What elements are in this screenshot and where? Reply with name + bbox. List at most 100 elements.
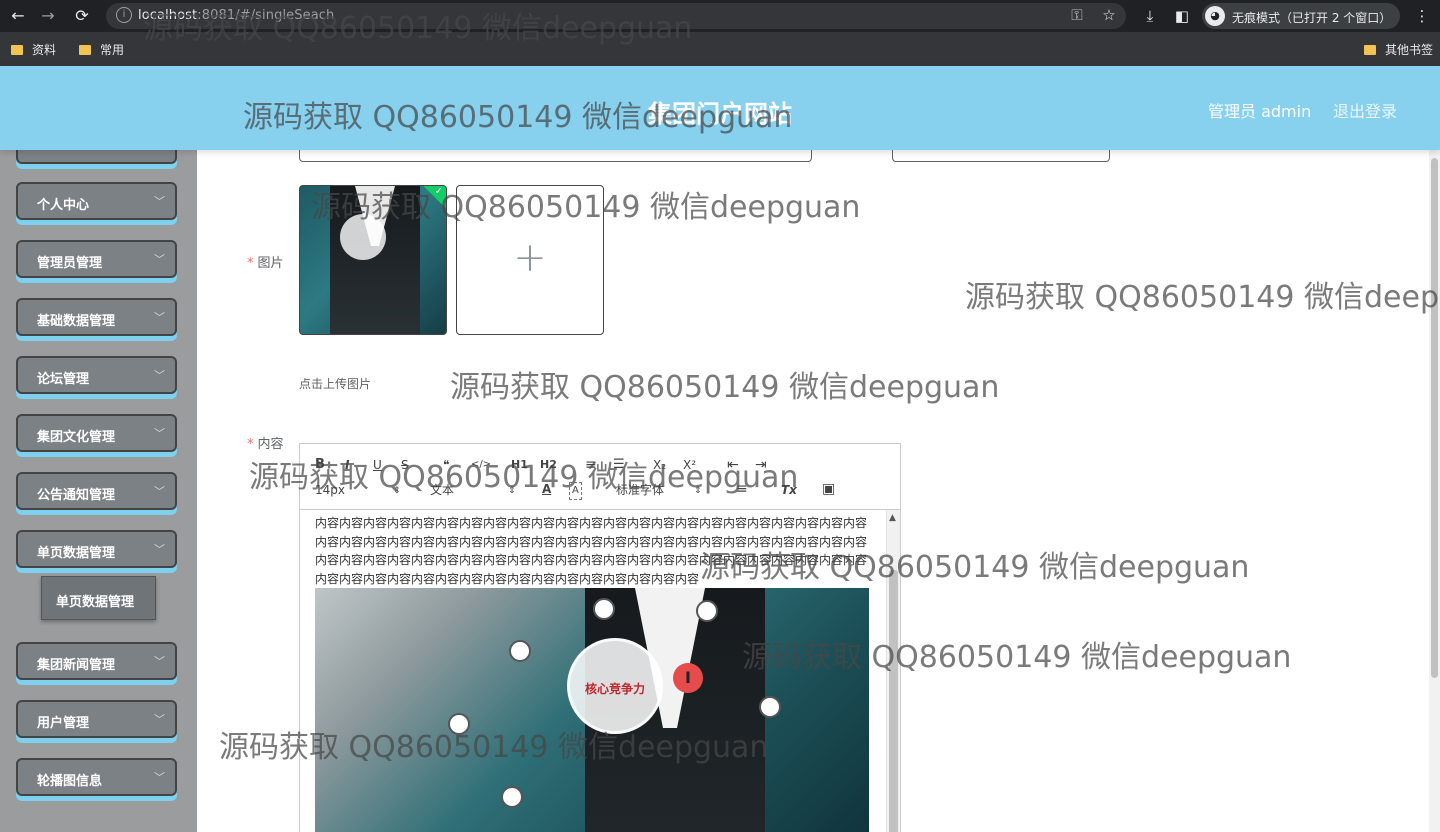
sidebar-item-notices[interactable]: 公告通知管理 ﹀ <box>16 472 177 510</box>
reload-icon[interactable]: ⟳ <box>72 6 92 26</box>
upload-hint: 点击上传图片 <box>299 377 372 391</box>
font-color-button[interactable]: A <box>542 481 551 497</box>
side-panel-icon[interactable]: ◧ <box>1171 5 1193 27</box>
sidebar-item-users[interactable]: 用户管理 ﹀ <box>16 700 177 738</box>
code-block-button[interactable]: </> <box>471 457 491 473</box>
strike-button[interactable]: S <box>401 457 409 473</box>
bookmark-folder-other[interactable]: 其他书签 <box>1364 41 1433 58</box>
text-input-partial[interactable] <box>299 150 812 162</box>
folder-icon <box>1364 45 1376 55</box>
url-host: localhost <box>138 8 198 23</box>
editor-embedded-image[interactable]: 核心竞争力 I <box>315 588 869 832</box>
bookmark-folder-common[interactable]: 常用 <box>79 41 124 58</box>
bullet-list-button[interactable]: ☰ <box>613 457 625 473</box>
image-caption: 核心竞争力 <box>584 682 645 696</box>
uploaded-image-thumbnail[interactable]: ✓ <box>299 185 447 335</box>
sidebar-item-label: 公告通知管理 <box>37 488 116 503</box>
incognito-label: 无痕模式（已打开 2 个窗口） <box>1232 11 1392 25</box>
logout-link[interactable]: 退出登录 <box>1333 98 1397 122</box>
heading1-button[interactable]: H1 <box>511 457 528 473</box>
bookmark-label: 常用 <box>100 43 125 57</box>
plus-icon: + <box>513 235 547 281</box>
text-input-partial[interactable] <box>892 150 1110 162</box>
address-bar[interactable]: i localhost:8081/#/singleSeach ⚿ ☆ <box>106 3 1126 29</box>
back-icon[interactable]: ← <box>8 6 28 26</box>
forward-icon[interactable]: → <box>38 6 58 26</box>
password-key-icon[interactable]: ⚿ <box>1066 4 1088 26</box>
bookmarks-bar: 资料 常用 其他书签 <box>0 32 1440 66</box>
select-arrow-icon: ⇕ <box>508 486 516 496</box>
select-arrow-icon: ⇕ <box>694 486 702 496</box>
blockquote-button[interactable]: ❝ <box>443 457 449 473</box>
bookmark-star-icon[interactable]: ☆ <box>1098 4 1120 26</box>
page-scroll-thumb[interactable] <box>1431 158 1438 678</box>
heading-select[interactable]: 文本 ⇕ <box>430 482 520 498</box>
editor-content-area[interactable]: 内容内容内容内容内容内容内容内容内容内容内容内容内容内容内容内容内容内容内容内容… <box>300 510 886 832</box>
font-family-select[interactable]: 标准字体 ⇕ <box>616 482 711 498</box>
chevron-down-icon: ﹀ <box>154 195 165 208</box>
page-scrollbar[interactable] <box>1429 150 1440 832</box>
sidebar-item-culture[interactable]: 集团文化管理 ﹀ <box>16 414 177 452</box>
superscript-button[interactable]: X² <box>683 457 696 473</box>
url-text[interactable]: localhost:8081/#/singleSeach <box>138 8 334 23</box>
app-header: 集团门户网站 管理员 admin 退出登录 <box>0 66 1440 150</box>
incognito-icon: ◕ <box>1205 6 1225 26</box>
sidebar-item-label: 集团文化管理 <box>37 430 116 445</box>
required-mark: * <box>247 437 254 452</box>
sidebar-item-forum[interactable]: 论坛管理 ﹀ <box>16 356 177 394</box>
chevron-down-icon: ﹀ <box>154 543 165 556</box>
image-upload-button[interactable]: + <box>456 185 604 335</box>
indent-button[interactable]: ⇥ <box>755 457 767 473</box>
incognito-indicator[interactable]: ◕ 无痕模式（已打开 2 个窗口） <box>1202 3 1400 29</box>
sidebar-item-label: 基础数据管理 <box>37 314 116 329</box>
sidebar-item-label: 用户管理 <box>37 716 90 731</box>
bookmark-label: 其他书签 <box>1385 43 1434 57</box>
network-node <box>501 786 523 808</box>
rich-text-editor[interactable]: B I U S ❝ </> H1 H2 ≡ ☰ X₂ X² ⇤ ⇥ 14px ⇕ … <box>299 443 901 832</box>
ordered-list-button[interactable]: ≡ <box>585 457 597 473</box>
insert-image-button[interactable]: ▣ <box>822 481 835 497</box>
form-panel: * 图片 ✓ + 点击上传图片 * 内容 B I U S ❝ </> H1 H2 ≡… <box>197 150 1440 832</box>
thumbnail-circle <box>340 214 386 260</box>
sidebar-item-single-page[interactable]: 单页数据管理 ﹀ <box>16 530 177 568</box>
align-button[interactable]: ≡ <box>736 481 748 497</box>
chevron-down-icon: ﹀ <box>154 485 165 498</box>
bold-button[interactable]: B <box>315 457 325 473</box>
folder-icon <box>79 45 91 55</box>
sidebar-item-base-data[interactable]: 基础数据管理 ﹀ <box>16 298 177 336</box>
sidebar-item-news[interactable]: 集团新闻管理 ﹀ <box>16 642 177 680</box>
url-path: :8081/#/singleSeach <box>197 8 335 23</box>
sidebar-item-admins[interactable]: 管理员管理 ﹀ <box>16 240 177 278</box>
italic-button[interactable]: I <box>345 457 349 473</box>
editor-content-text: 内容内容内容内容内容内容内容内容内容内容内容内容内容内容内容内容内容内容内容内容… <box>315 516 868 586</box>
font-size-select[interactable]: 14px ⇕ <box>315 482 405 498</box>
editor-scrollbar[interactable]: ▲ <box>886 510 900 832</box>
clear-format-button[interactable]: Tx <box>781 482 797 498</box>
outdent-button[interactable]: ⇤ <box>727 457 739 473</box>
background-color-button[interactable]: A <box>569 482 582 500</box>
underline-button[interactable]: U <box>373 457 382 473</box>
folder-icon <box>11 45 23 55</box>
image-field-label: * 图片 <box>247 252 284 271</box>
label-text: 内容 <box>257 437 284 452</box>
network-node <box>509 640 531 662</box>
sidebar-item-carousel[interactable]: 轮播图信息 ﹀ <box>16 758 177 796</box>
heading2-button[interactable]: H2 <box>540 457 557 473</box>
bookmark-folder-resources[interactable]: 资料 <box>11 41 56 58</box>
label-text: 图片 <box>257 256 284 271</box>
select-value: 文本 <box>430 483 455 497</box>
network-node <box>448 713 470 735</box>
current-user: 管理员 admin <box>1208 102 1312 121</box>
editor-scroll-thumb[interactable] <box>889 570 898 832</box>
site-info-icon[interactable]: i <box>116 7 132 23</box>
download-icon[interactable]: ⤓ <box>1139 5 1161 27</box>
sidebar-item-label: 轮播图信息 <box>37 774 103 789</box>
browser-menu-icon[interactable]: ⋮ <box>1411 5 1433 27</box>
sidebar-item-partial[interactable] <box>16 150 177 164</box>
sidebar-item-profile[interactable]: 个人中心 ﹀ <box>16 182 177 220</box>
scroll-up-icon[interactable]: ▲ <box>889 513 896 523</box>
chevron-down-icon: ﹀ <box>154 771 165 784</box>
submenu-item-single-page[interactable]: 单页数据管理 <box>41 576 156 620</box>
content-field-label: * 内容 <box>247 433 284 452</box>
subscript-button[interactable]: X₂ <box>653 457 666 473</box>
